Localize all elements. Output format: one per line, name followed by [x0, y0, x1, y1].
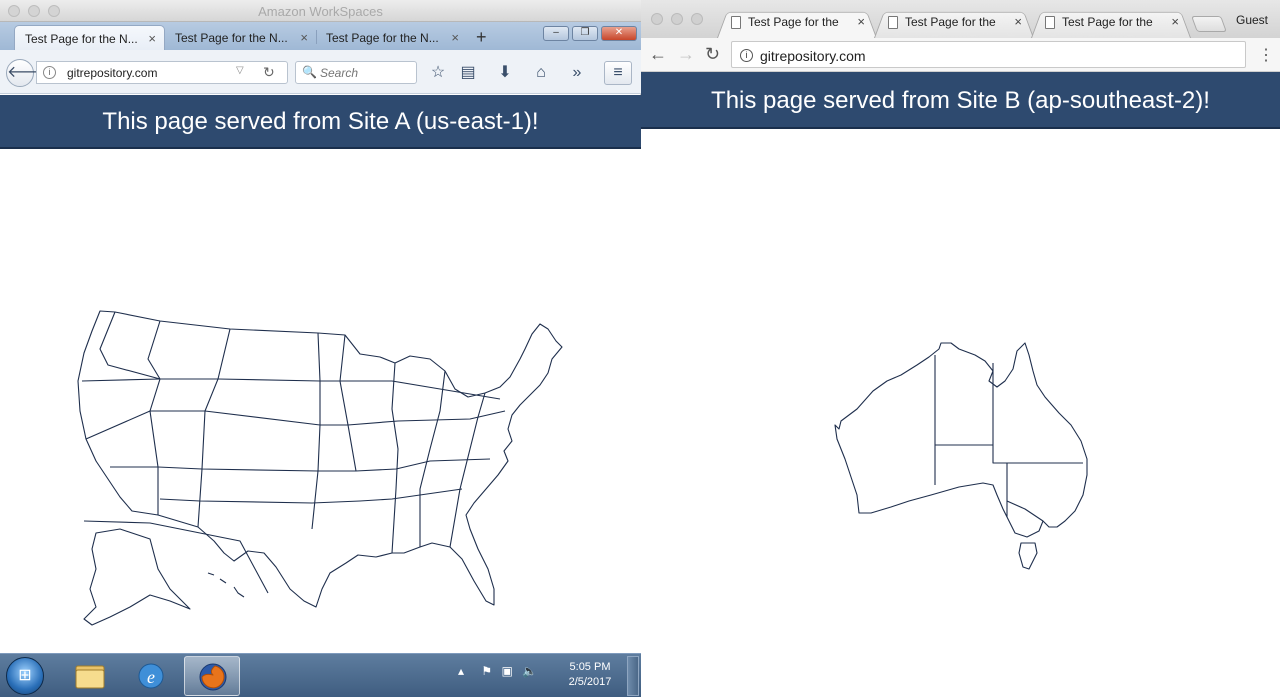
new-tab-button[interactable]: + — [476, 27, 487, 48]
back-arrow-icon[interactable]: ← — [649, 44, 667, 65]
windows-taskbar: ⊞ e ▴ ⚑ ▣ 🔈 5:05 PM 2/5/2017 — [0, 653, 641, 697]
workspaces-titlebar: Amazon WorkSpaces — [0, 0, 641, 22]
download-icon[interactable]: ⬇ — [494, 62, 516, 84]
tab-label: Test Page for the — [1062, 15, 1153, 29]
show-hidden-icons[interactable]: ▴ — [458, 664, 464, 678]
clipboard-icon[interactable]: ▤ — [457, 62, 479, 84]
document-icon — [888, 16, 898, 29]
us-map — [77, 310, 563, 626]
chrome-tab[interactable]: Test Page for the × — [874, 8, 1034, 38]
close-tab-icon[interactable]: × — [148, 31, 156, 46]
windows-logo-icon[interactable]: ⊞ — [6, 657, 44, 695]
back-button[interactable]: 🡐 — [6, 59, 50, 87]
window-title: Amazon WorkSpaces — [258, 4, 383, 19]
network-icon[interactable]: ▣ — [501, 664, 512, 678]
hamburger-icon[interactable]: ≡ — [604, 61, 632, 85]
chrome-window: Test Page for the × Test Page for the × … — [641, 0, 1280, 697]
close-tab-icon[interactable]: × — [857, 14, 865, 29]
hawaii — [207, 572, 245, 598]
minimize-window-button[interactable] — [671, 13, 683, 25]
tab-label: Test Page for the N... — [326, 31, 439, 45]
nsw-vic-border — [1006, 500, 1044, 522]
firefox-toolbar: 🡐 i gitrepository.com ▽ ↻ 🔍 ☆ ▤ ⬇ ⌂ » ≡ — [0, 50, 641, 94]
omnibox[interactable]: i gitrepository.com — [731, 41, 1246, 68]
search-box[interactable]: 🔍 — [295, 61, 417, 84]
clock-date: 2/5/2017 — [568, 676, 612, 688]
zoom-window-button[interactable] — [691, 13, 703, 25]
firefox-logo-icon — [199, 663, 227, 691]
firefox-tab[interactable]: Test Page for the N... × — [165, 25, 316, 50]
tasmania — [1018, 542, 1038, 570]
search-input[interactable] — [320, 66, 412, 80]
action-center-flag-icon[interactable]: ⚑ — [481, 664, 492, 678]
file-explorer-icon[interactable] — [62, 656, 118, 696]
close-tab-icon[interactable]: × — [1014, 14, 1022, 29]
site-b-header: This page served from Site B (ap-southea… — [641, 72, 1280, 129]
minimize-icon[interactable]: – — [543, 26, 569, 41]
star-icon[interactable]: ☆ — [427, 62, 449, 84]
internet-explorer-icon[interactable]: e — [123, 656, 179, 696]
firefox-tab[interactable]: Test Page for the N... × — [316, 25, 467, 50]
info-icon[interactable]: i — [43, 66, 56, 79]
document-icon — [1045, 16, 1055, 29]
folder-icon — [75, 665, 105, 689]
close-tab-icon[interactable]: × — [1171, 14, 1179, 29]
forward-arrow-icon[interactable]: → — [677, 44, 695, 65]
reload-icon[interactable]: ↻ — [705, 44, 720, 65]
clock[interactable]: 5:05 PM 2/5/2017 — [560, 660, 620, 690]
nt-sa-qld-border — [935, 444, 1083, 464]
clock-time: 5:05 PM — [569, 661, 611, 673]
australia-map — [834, 342, 1088, 570]
new-tab-button[interactable] — [1191, 16, 1227, 32]
tab-label: Test Page for the — [748, 15, 839, 29]
firefox-icon[interactable] — [184, 656, 240, 696]
site-b-content — [641, 129, 1280, 697]
chrome-toolbar: ← → ↻ i gitrepository.com ⋮ — [641, 38, 1280, 72]
site-a-content — [0, 149, 641, 653]
document-icon — [731, 16, 741, 29]
restore-icon[interactable]: ❐ — [572, 26, 598, 41]
system-tray: ▴ ⚑ ▣ 🔈 — [458, 664, 537, 678]
url-text: gitrepository.com — [67, 66, 158, 80]
tab-label: Test Page for the — [905, 15, 996, 29]
close-tab-icon[interactable]: × — [451, 30, 459, 45]
profile-guest-label[interactable]: Guest — [1236, 13, 1268, 27]
ie-icon: e — [138, 663, 164, 689]
alaska — [83, 528, 191, 626]
chrome-tab-bar: Test Page for the × Test Page for the × … — [641, 0, 1280, 38]
info-icon[interactable]: i — [740, 49, 753, 62]
double-chevron-icon[interactable]: » — [566, 62, 588, 84]
tab-label: Test Page for the N... — [25, 32, 138, 46]
reload-icon[interactable]: ↻ — [263, 64, 275, 81]
url-text: gitrepository.com — [760, 48, 866, 64]
australia-outline — [834, 342, 1088, 538]
close-tab-icon[interactable]: × — [300, 30, 308, 45]
magnifier-icon: 🔍 — [302, 65, 317, 79]
tab-label: Test Page for the N... — [175, 31, 288, 45]
chrome-tab[interactable]: Test Page for the × — [717, 8, 877, 38]
home-icon[interactable]: ⌂ — [530, 62, 552, 84]
chrome-tab[interactable]: Test Page for the × — [1031, 8, 1191, 38]
close-window-button[interactable] — [651, 13, 663, 25]
kebab-menu-icon[interactable]: ⋮ — [1258, 45, 1274, 65]
workspaces-window: Amazon WorkSpaces Test Page for the N...… — [0, 0, 641, 697]
us-state-lines-vertical — [99, 311, 486, 554]
history-dropdown-icon[interactable]: ▽ — [236, 65, 244, 76]
close-icon[interactable]: ✕ — [601, 26, 637, 41]
svg-text:e: e — [147, 667, 155, 687]
show-desktop-button[interactable] — [627, 656, 639, 696]
url-bar[interactable]: i gitrepository.com ▽ ↻ — [36, 61, 288, 84]
firefox-tab[interactable]: Test Page for the N... × — [14, 25, 165, 50]
volume-icon[interactable]: 🔈 — [522, 664, 537, 678]
site-a-header: This page served from Site A (us-east-1)… — [0, 95, 641, 149]
